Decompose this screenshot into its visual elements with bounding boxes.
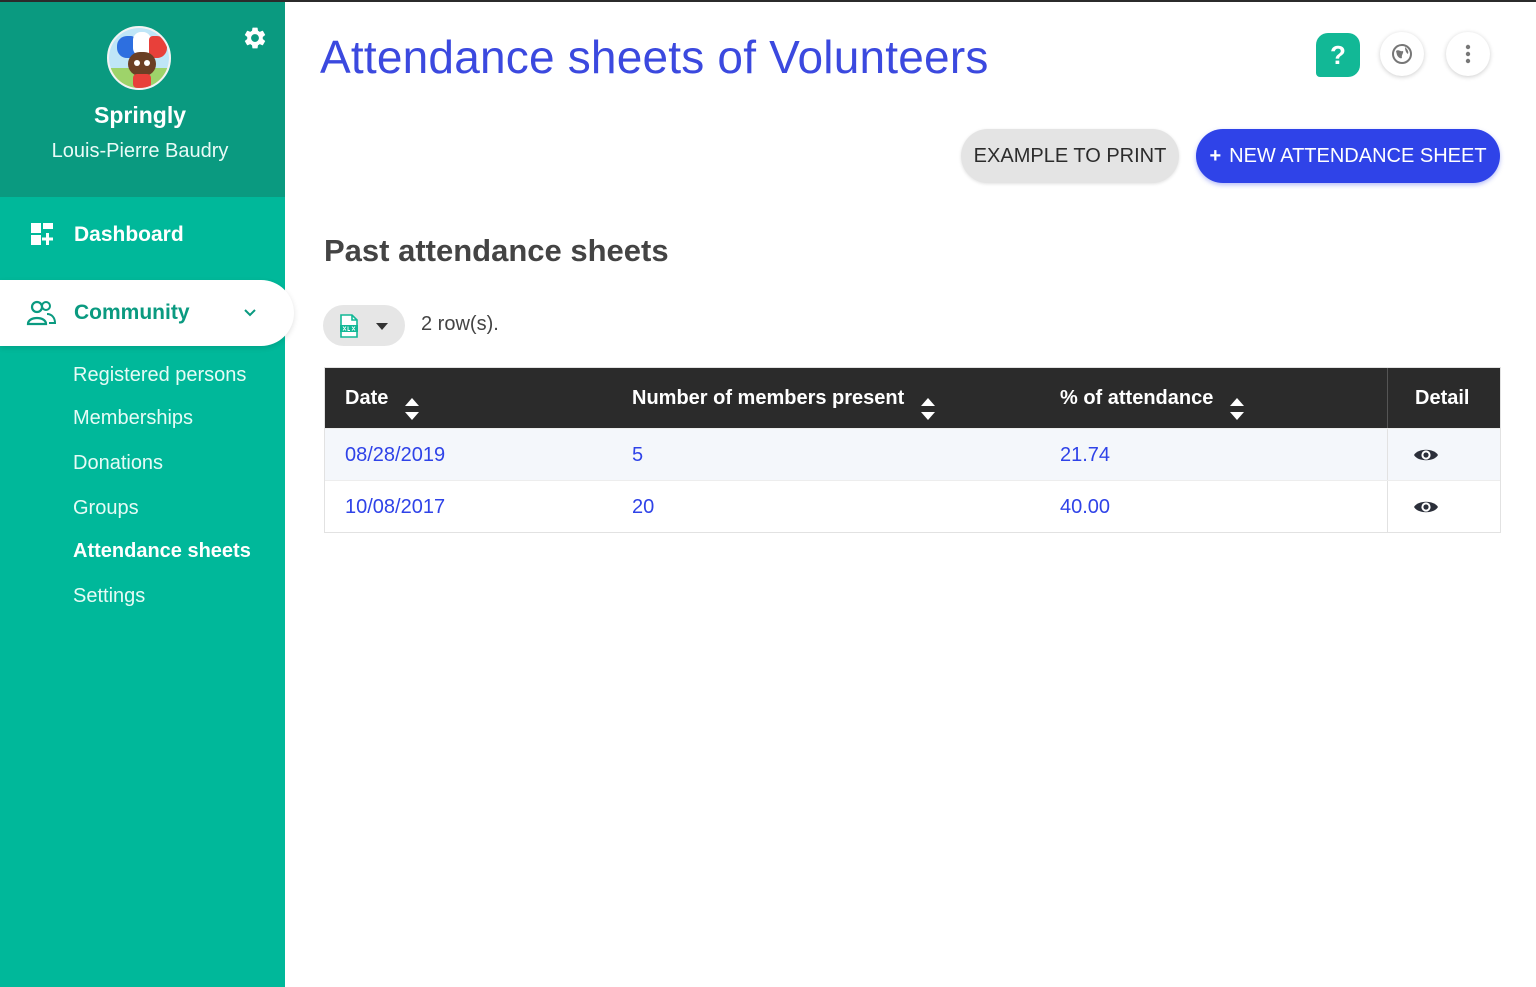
brand-name: Springly	[93, 102, 186, 128]
sidebar-item-dashboard[interactable]: Dashboard	[0, 202, 285, 268]
cell-members-present[interactable]: 5	[632, 429, 643, 481]
organization-logo[interactable]	[107, 26, 171, 90]
sort-icon	[404, 385, 420, 420]
column-divider	[1387, 368, 1388, 428]
export-xlsx-button[interactable]	[323, 305, 405, 346]
new-attendance-sheet-label: NEW ATTENDANCE SHEET	[1229, 145, 1487, 167]
column-header-members-present[interactable]: Number of members present	[632, 368, 936, 428]
window-top-border	[0, 0, 1536, 2]
column-header-label: Number of members present	[632, 387, 905, 409]
sidebar-header: Springly Louis-Pierre Baudry	[0, 0, 285, 197]
logo-eye-left	[134, 60, 140, 66]
row-count: 2 row(s).	[421, 313, 499, 335]
cell-members-present[interactable]: 20	[632, 481, 654, 533]
column-header-date[interactable]: Date	[345, 368, 420, 428]
cell-attendance-percent[interactable]: 21.74	[1060, 429, 1110, 481]
table-row[interactable]: 10/08/2017 20 40.00	[325, 480, 1500, 533]
column-divider	[1387, 481, 1388, 533]
sidebar-subitem-attendance-sheets[interactable]: Attendance sheets	[73, 540, 251, 563]
cell-attendance-percent[interactable]: 40.00	[1060, 481, 1110, 533]
xlsx-file-icon	[339, 314, 359, 338]
sidebar-item-community[interactable]: Community	[0, 280, 294, 346]
sort-icon	[1229, 385, 1245, 420]
sidebar-subitem-registered-persons[interactable]: Registered persons	[73, 364, 246, 387]
sidebar-subitem-donations[interactable]: Donations	[73, 452, 163, 475]
plus-icon: +	[1209, 145, 1222, 167]
help-icon[interactable]: ?	[1316, 33, 1360, 77]
logo-apron	[133, 74, 151, 88]
table-header: Date Number of members present % of atte…	[325, 368, 1500, 428]
caret-down-icon	[376, 323, 388, 330]
column-divider	[1387, 429, 1388, 481]
sidebar-subitem-settings[interactable]: Settings	[73, 585, 145, 608]
cell-date[interactable]: 08/28/2019	[345, 429, 445, 481]
eye-icon[interactable]	[1413, 497, 1439, 517]
logo-eye-right	[144, 60, 150, 66]
more-vertical-icon	[1465, 44, 1471, 64]
section-title: Past attendance sheets	[324, 233, 669, 268]
column-header-label: Date	[345, 387, 389, 409]
table-row[interactable]: 08/28/2019 5 21.74	[325, 428, 1500, 481]
eye-icon[interactable]	[1413, 445, 1439, 465]
page-title: Attendance sheets of Volunteers	[320, 31, 989, 83]
sidebar-item-label: Community	[74, 301, 190, 324]
more-options-button[interactable]	[1446, 32, 1490, 76]
cell-date[interactable]: 10/08/2017	[345, 481, 445, 533]
column-header-attendance-percent[interactable]: % of attendance	[1060, 368, 1245, 428]
chevron-down-icon[interactable]	[243, 306, 257, 320]
sidebar: Springly Louis-Pierre Baudry Dashboard C…	[0, 0, 294, 987]
example-to-print-button[interactable]: EXAMPLE TO PRINT	[961, 129, 1179, 183]
sidebar-item-label: Dashboard	[74, 223, 184, 246]
sidebar-subitem-groups[interactable]: Groups	[73, 497, 139, 520]
sidebar-subitem-memberships[interactable]: Memberships	[73, 407, 193, 430]
new-attendance-sheet-button[interactable]: + NEW ATTENDANCE SHEET	[1196, 129, 1500, 183]
attendance-table: Date Number of members present % of atte…	[324, 367, 1501, 533]
sort-icon	[920, 385, 936, 420]
globe-icon	[1392, 44, 1412, 64]
logo-face	[128, 52, 156, 76]
gear-icon[interactable]	[242, 25, 268, 51]
user-name[interactable]: Louis-Pierre Baudry	[0, 140, 280, 163]
column-header-detail: Detail	[1415, 387, 1470, 409]
dashboard-icon	[30, 222, 54, 246]
column-header-label: % of attendance	[1060, 387, 1214, 409]
people-icon	[26, 300, 57, 326]
globe-button[interactable]	[1380, 32, 1424, 76]
